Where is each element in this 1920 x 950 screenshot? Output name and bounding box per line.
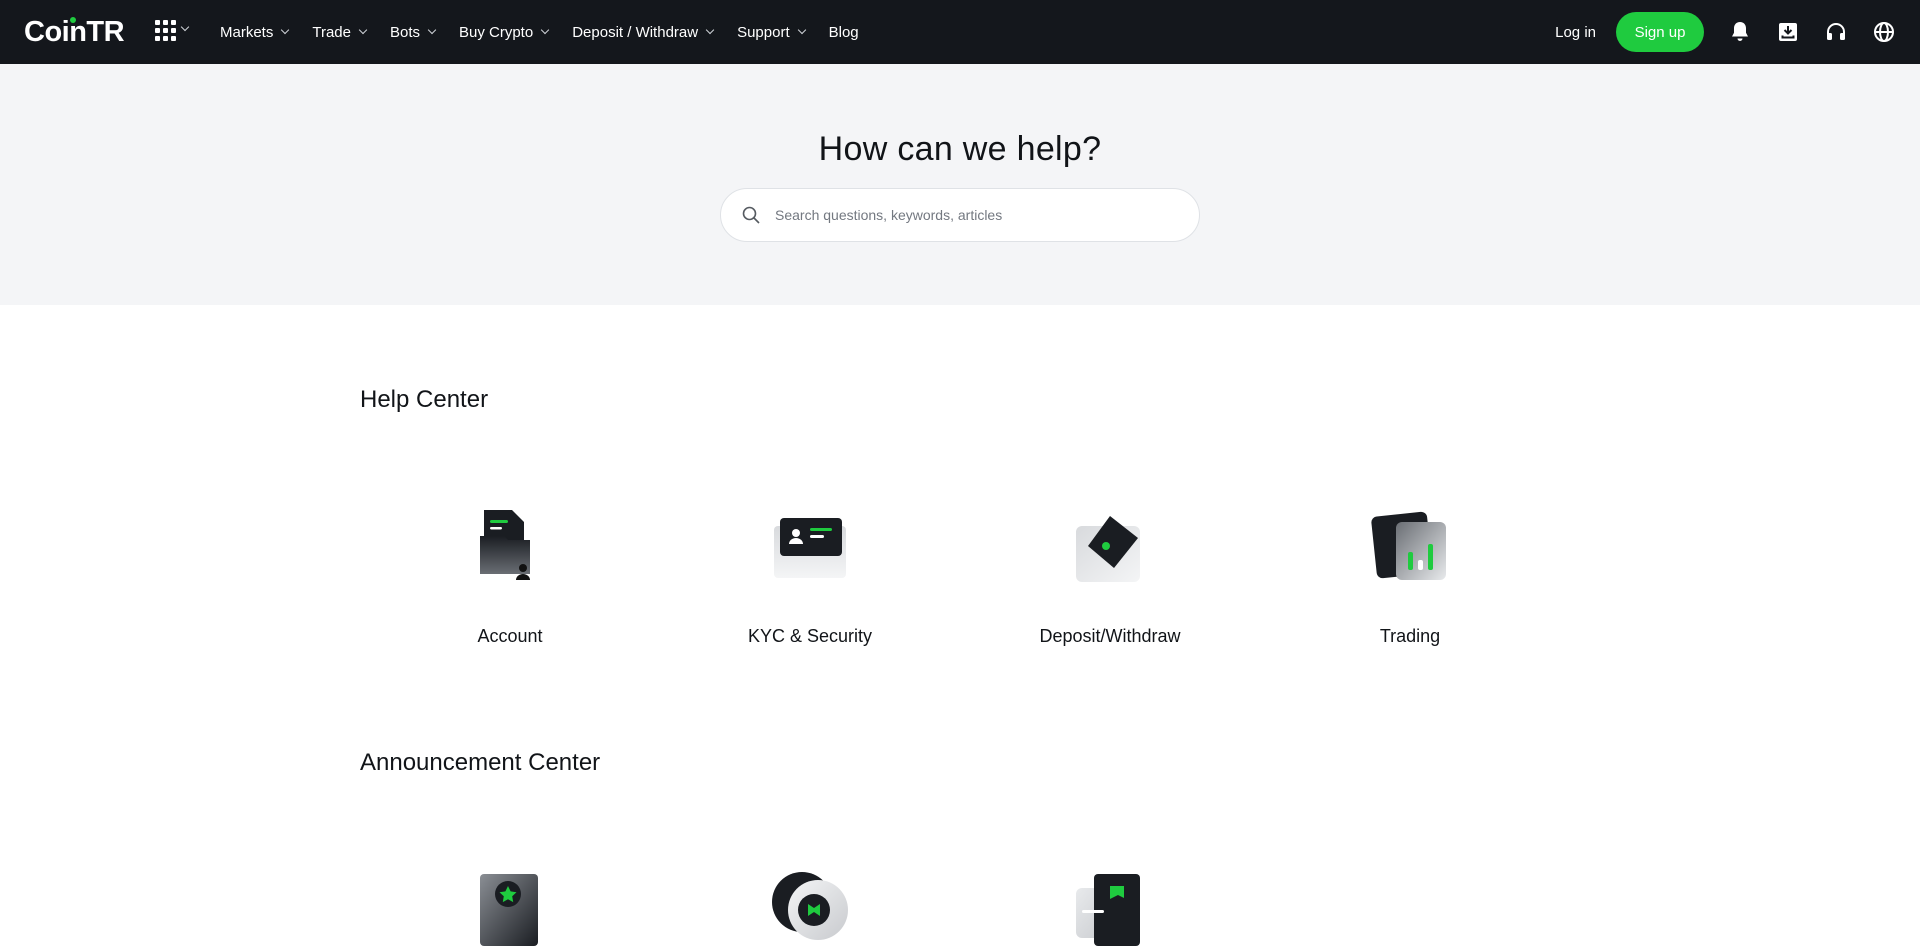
card-label: KYC & Security — [747, 626, 873, 646]
chevron-down-icon — [180, 22, 190, 31]
menu-item-label: Deposit / Withdraw — [572, 23, 699, 41]
search-box[interactable] — [720, 188, 1200, 242]
search-icon — [742, 206, 760, 224]
chevron-down-icon — [797, 25, 806, 35]
wallet-icon — [1076, 516, 1140, 582]
star-document-icon — [480, 874, 538, 946]
menu-item-label: Support — [737, 23, 790, 41]
menu-item-bots[interactable]: Bots — [389, 23, 437, 41]
card-label: Deposit/Withdraw — [1039, 626, 1181, 646]
logo-dot — [70, 17, 76, 23]
announcement-center-cards — [360, 870, 1560, 950]
cointr-logo[interactable]: CoinTR — [24, 14, 125, 50]
account-folder-icon — [480, 510, 530, 580]
main-menu: Markets Trade Bots Buy Crypto Deposit / … — [220, 0, 883, 64]
search-input[interactable] — [775, 207, 1175, 223]
help-card-kyc-security[interactable]: KYC & Security — [660, 506, 960, 647]
login-link[interactable]: Log in — [1555, 24, 1596, 41]
menu-item-label: Bots — [389, 23, 420, 41]
chevron-down-icon — [540, 25, 550, 35]
nav-actions: Log in Sign up — [1555, 0, 1920, 64]
menu-item-label: Markets — [220, 23, 274, 41]
id-card-icon — [774, 518, 846, 578]
chevron-down-icon — [705, 25, 715, 35]
menu-item-markets[interactable]: Markets — [220, 23, 290, 41]
announcement-card[interactable] — [360, 870, 660, 950]
flag-document-icon — [1076, 874, 1140, 946]
chevron-down-icon — [358, 25, 368, 35]
headset-icon[interactable] — [1824, 20, 1848, 44]
help-card-account[interactable]: Account — [360, 506, 660, 647]
menu-item-support[interactable]: Support — [737, 23, 806, 41]
chevron-down-icon — [281, 25, 290, 35]
top-navbar: CoinTR Markets Trade Bots Buy Crypto Dep… — [0, 0, 1920, 64]
menu-item-blog[interactable]: Blog — [829, 24, 859, 41]
menu-item-trade[interactable]: Trade — [312, 23, 368, 41]
bell-icon[interactable] — [1728, 20, 1752, 44]
help-center-title: Help Center — [360, 386, 489, 413]
signup-button[interactable]: Sign up — [1616, 12, 1704, 52]
apps-grid-icon — [155, 20, 176, 41]
page-title: How can we help? — [818, 130, 1102, 168]
menu-item-buy-crypto[interactable]: Buy Crypto — [459, 23, 550, 41]
help-card-trading[interactable]: Trading — [1260, 506, 1560, 647]
card-label: Account — [477, 626, 543, 646]
announcement-center-title: Announcement Center — [360, 749, 601, 776]
menu-item-label: Buy Crypto — [459, 23, 534, 41]
menu-item-deposit-withdraw[interactable]: Deposit / Withdraw — [572, 23, 715, 41]
chevron-down-icon — [427, 25, 437, 35]
announcement-card[interactable] — [960, 870, 1260, 950]
download-icon[interactable] — [1776, 20, 1800, 44]
apps-menu-button[interactable] — [155, 20, 190, 41]
card-label: Trading — [1379, 626, 1441, 646]
help-center-cards: Account KYC & Security Deposit/Withdraw — [360, 506, 1560, 647]
menu-item-label: Blog — [828, 23, 859, 41]
help-card-deposit-withdraw[interactable]: Deposit/Withdraw — [960, 506, 1260, 647]
coin-icon — [772, 872, 848, 940]
trading-chart-icon — [1371, 511, 1446, 580]
hero-section: How can we help? — [0, 64, 1920, 305]
menu-item-label: Trade — [312, 23, 351, 41]
globe-icon[interactable] — [1872, 20, 1896, 44]
announcement-card[interactable] — [660, 870, 960, 950]
